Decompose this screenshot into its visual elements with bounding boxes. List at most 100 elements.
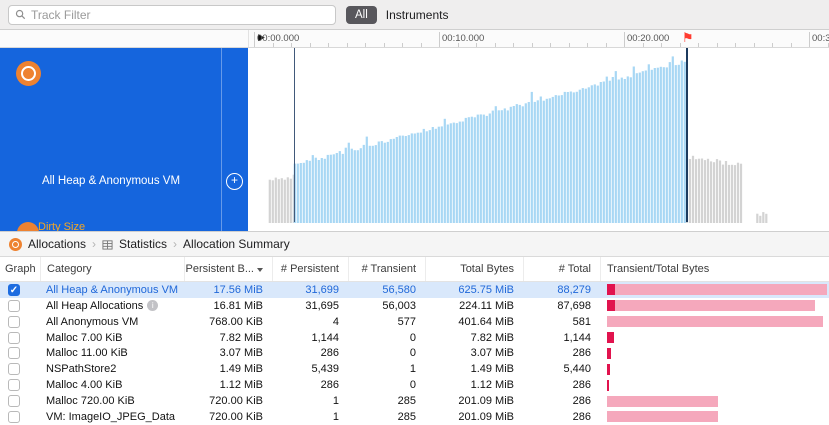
category-cell: Malloc 4.00 KiB xyxy=(40,379,184,391)
ruler-tick xyxy=(624,32,625,47)
time-ruler-scale[interactable]: ▶ ⚑ 00:00.00000:10.00000:20.00000:30.000 xyxy=(248,30,829,47)
col-header-category[interactable]: Category xyxy=(40,257,184,281)
graph-checkbox[interactable] xyxy=(8,315,20,328)
total-bytes-cell: 625.75 MiB xyxy=(458,283,514,296)
total-bytes-cell: 7.82 MiB xyxy=(470,331,514,344)
ruler-tick xyxy=(439,32,440,47)
ruler-label: 00:10.000 xyxy=(442,33,485,44)
category-cell: All Heap Allocations i xyxy=(40,300,184,312)
graph-cell: ✓ xyxy=(0,283,40,296)
flag-icon[interactable]: ⚑ xyxy=(682,30,694,46)
graph-cell xyxy=(0,347,40,360)
expand-track-button[interactable]: + xyxy=(226,173,243,190)
persistent-bytes-cell: 17.56 MiB xyxy=(213,283,263,296)
ruler-tick xyxy=(642,43,644,47)
breadcrumb-allocation-summary[interactable]: Allocation Summary xyxy=(183,237,290,251)
col-header-persistent-count[interactable]: # Persistent xyxy=(272,257,348,281)
track-head-divider xyxy=(221,48,222,231)
ruler-label: 00:30.000 xyxy=(812,33,829,44)
transient-count-cell: 577 xyxy=(397,315,416,328)
col-header-persistent-bytes-label: Persistent B... xyxy=(185,263,254,275)
dirty-size-label[interactable]: Dirty Size xyxy=(38,221,85,231)
graph-checkbox[interactable] xyxy=(8,410,20,423)
chevron-right-icon: › xyxy=(173,237,178,251)
transient-total-bar-cell xyxy=(600,314,829,330)
ruler-tick xyxy=(309,43,311,47)
persistent-bytes-cell: 1.49 MiB xyxy=(219,363,263,376)
graph-cell xyxy=(0,395,40,408)
graph-checkbox[interactable] xyxy=(8,363,20,376)
ruler-tick xyxy=(735,43,736,47)
filter-all-button[interactable]: All xyxy=(346,5,377,24)
table-row[interactable]: Malloc 11.00 KiB 3.07 MiB 286 0 3.07 MiB… xyxy=(0,346,829,362)
transient-bar xyxy=(607,395,718,407)
instrument-filter-segment: All Instruments xyxy=(346,5,449,24)
breadcrumb-statistics[interactable]: Statistics xyxy=(119,237,167,251)
total-bytes-cell: 201.09 MiB xyxy=(458,395,514,408)
track-filter-input[interactable]: Track Filter xyxy=(8,4,336,25)
persistent-bytes-cell: 720.00 KiB xyxy=(209,410,263,423)
ruler-tick xyxy=(420,43,422,47)
table-row[interactable]: Malloc 4.00 KiB 1.12 MiB 286 0 1.12 MiB … xyxy=(0,377,829,393)
graph-cell xyxy=(0,379,40,392)
category-label: Malloc 7.00 KiB xyxy=(46,331,123,344)
graph-checkbox[interactable] xyxy=(8,395,20,408)
persistent-count-cell: 1 xyxy=(332,410,339,423)
col-header-total-count[interactable]: # Total xyxy=(523,257,600,281)
filter-instruments-label[interactable]: Instruments xyxy=(386,8,449,22)
ruler-tick xyxy=(531,43,533,47)
graph-checkbox[interactable] xyxy=(8,379,20,392)
ruler-tick xyxy=(790,43,792,47)
persistent-count-cell: 1,144 xyxy=(311,331,339,344)
transient-count-cell: 56,580 xyxy=(382,283,416,296)
col-header-graph[interactable]: Graph xyxy=(0,257,40,281)
total-count-cell: 286 xyxy=(572,410,591,423)
persistent-count-cell: 286 xyxy=(320,379,339,392)
graph-checkbox[interactable] xyxy=(8,347,20,360)
transient-bar xyxy=(607,411,718,423)
ruler-label: 00:20.000 xyxy=(627,33,670,44)
total-count-cell: 286 xyxy=(572,395,591,408)
table-row[interactable]: NSPathStore2 1.49 MiB 5,439 1 1.49 MiB 5… xyxy=(0,361,829,377)
search-icon xyxy=(15,9,26,20)
category-label: Malloc 4.00 KiB xyxy=(46,379,123,392)
info-icon[interactable]: i xyxy=(147,300,159,312)
ruler-tick xyxy=(827,43,829,47)
ruler-tick xyxy=(328,43,329,47)
table-row[interactable]: VM: ImageIO_JPEG_Data 720.00 KiB 1 285 2… xyxy=(0,409,829,425)
table-row[interactable]: Malloc 7.00 KiB 7.82 MiB 1,144 0 7.82 Mi… xyxy=(0,330,829,346)
track-header-allocations[interactable]: All Heap & Anonymous VM + Dirty Size xyxy=(0,48,248,231)
category-cell: Malloc 7.00 KiB xyxy=(40,332,184,344)
ruler-tick xyxy=(494,43,496,47)
transient-total-bar-cell xyxy=(600,330,829,346)
graph-checkbox[interactable] xyxy=(8,331,20,344)
track-area: All Heap & Anonymous VM + Dirty Size xyxy=(0,48,829,232)
table-row[interactable]: Malloc 720.00 KiB 720.00 KiB 1 285 201.0… xyxy=(0,393,829,409)
graph-cell xyxy=(0,299,40,312)
ruler-tick xyxy=(753,43,755,47)
col-header-transient-total-bytes[interactable]: Transient/Total Bytes xyxy=(600,257,829,281)
category-label: VM: ImageIO_JPEG_Data xyxy=(46,410,175,423)
persistent-bar xyxy=(607,284,615,296)
category-cell: All Heap & Anonymous VM xyxy=(40,284,184,296)
allocations-graph-lane[interactable] xyxy=(248,48,829,231)
persistent-bar xyxy=(607,363,610,375)
persistent-count-cell: 1 xyxy=(332,395,339,408)
persistent-bar xyxy=(607,300,615,312)
persistent-bar xyxy=(607,347,611,359)
breadcrumb: Allocations › Statistics › Allocation Su… xyxy=(0,232,829,257)
graph-checkbox[interactable]: ✓ xyxy=(8,283,20,296)
table-row[interactable]: All Heap Allocations i 16.81 MiB 31,695 5… xyxy=(0,298,829,314)
col-header-total-bytes[interactable]: Total Bytes xyxy=(425,257,523,281)
graph-checkbox[interactable] xyxy=(8,299,20,312)
col-header-transient-count[interactable]: # Transient xyxy=(348,257,425,281)
breadcrumb-allocations[interactable]: Allocations xyxy=(28,237,86,251)
table-row[interactable]: ✓ All Heap & Anonymous VM 17.56 MiB 31,6… xyxy=(0,282,829,298)
col-header-persistent-bytes[interactable]: Persistent B... xyxy=(184,257,272,281)
transient-bar xyxy=(614,300,815,312)
total-count-cell: 286 xyxy=(572,379,591,392)
playhead-line[interactable] xyxy=(685,48,688,222)
transient-count-cell: 56,003 xyxy=(382,299,416,312)
transient-total-bar-cell xyxy=(600,409,829,425)
table-row[interactable]: All Anonymous VM 768.00 KiB 4 577 401.64… xyxy=(0,314,829,330)
